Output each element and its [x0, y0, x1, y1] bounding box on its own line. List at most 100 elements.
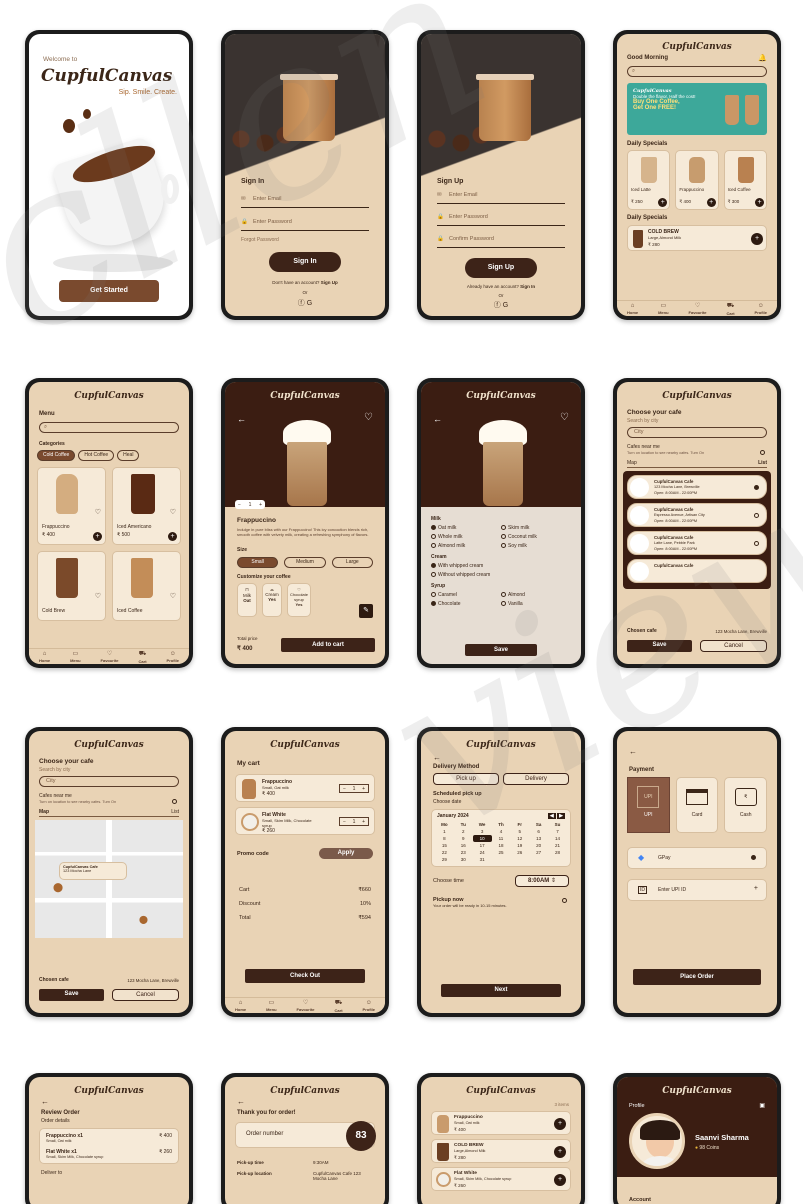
custom-milk[interactable]: ⊓ Milk Oat	[237, 583, 257, 617]
nav-cart[interactable]: ⛟ Cart	[727, 302, 735, 316]
menu-item-card[interactable]: ♡ Cold Brew	[37, 551, 106, 621]
calendar-day[interactable]: 23	[454, 849, 473, 856]
calendar-day[interactable]: 8	[435, 835, 454, 842]
google-icon[interactable]: G	[503, 302, 508, 309]
confirm-password-field[interactable]: 🔒 Confirm Password	[437, 236, 565, 248]
add-icon[interactable]: +	[168, 532, 177, 541]
nav-home[interactable]: ⌂ Home	[235, 1000, 246, 1012]
map-view[interactable]: CupfulCanvas Cafe 123 Mocha Lane ⬤ ⬤	[35, 820, 183, 938]
calendar-day[interactable]: 15	[435, 842, 454, 849]
calendar-day[interactable]: 22	[435, 849, 454, 856]
promo-banner[interactable]: CupfulCanvas Double the flavor, Half the…	[627, 83, 767, 135]
map-pin-icon[interactable]: ⬤	[53, 882, 63, 893]
search-input[interactable]: ⌕	[39, 422, 179, 433]
cream-with[interactable]: With whipped cream	[431, 563, 571, 569]
method-card[interactable]: Card	[675, 777, 719, 833]
next-button[interactable]: Next	[441, 984, 561, 997]
nav-profile[interactable]: ☺ Profile	[755, 303, 767, 315]
search-input[interactable]: ⌕	[627, 66, 767, 77]
calendar-day[interactable]: 11	[492, 835, 511, 842]
calendar-day[interactable]: 19	[510, 842, 529, 849]
cafe-list-item[interactable]: CupfulCanvas Cafe	[627, 559, 767, 583]
add-icon[interactable]: +	[93, 532, 102, 541]
back-arrow-icon[interactable]: ←	[237, 1097, 245, 1106]
nav-menu[interactable]: ▭ Menu	[70, 650, 80, 663]
bell-icon[interactable]: 🔔	[758, 54, 767, 62]
save-button[interactable]: Save	[39, 989, 104, 1001]
calendar-day[interactable]: 18	[492, 842, 511, 849]
calendar-day[interactable]: 14	[548, 835, 567, 842]
nav-home[interactable]: ⌂ Home	[627, 303, 638, 315]
nav-favourite[interactable]: ♡ Favourite	[297, 999, 315, 1012]
category-heal[interactable]: Heal	[117, 450, 140, 461]
signup-link[interactable]: Sign Up	[321, 280, 338, 285]
add-icon[interactable]: +	[754, 198, 764, 207]
nav-profile[interactable]: ☺ Profile	[363, 1000, 375, 1012]
size-medium[interactable]: Medium	[284, 557, 326, 568]
calendar-day[interactable]: 26	[510, 849, 529, 856]
prev-month-icon[interactable]: ◀	[547, 813, 556, 819]
edit-icon[interactable]: ✎	[359, 604, 373, 618]
category-hot-coffee[interactable]: Hot Coffee	[78, 450, 115, 461]
menu-item-card[interactable]: ♡ Frappuccino ₹ 400 +	[37, 467, 106, 545]
avatar[interactable]	[629, 1113, 685, 1169]
calendar-day[interactable]: 20	[529, 842, 548, 849]
signup-button[interactable]: Sign Up	[465, 258, 537, 278]
add-icon[interactable]: +	[554, 1146, 566, 1158]
email-field[interactable]: ✉ Enter Email	[437, 192, 565, 204]
map-pin-icon[interactable]: ⬤	[139, 915, 148, 924]
map-cafe-popup[interactable]: CupfulCanvas Cafe 123 Mocha Lane	[59, 862, 127, 880]
nav-cart[interactable]: ⛟ Cart	[335, 999, 343, 1013]
menu-item-card[interactable]: ♡ Iced Americano ₹ 500 +	[112, 467, 181, 545]
password-field[interactable]: 🔒 Enter Password	[437, 214, 565, 226]
tab-list[interactable]: List	[758, 460, 767, 466]
tab-delivery[interactable]: Delivery	[503, 773, 569, 785]
calendar-day[interactable]: 21	[548, 842, 567, 849]
calendar-day[interactable]: 13	[529, 835, 548, 842]
google-icon[interactable]: G	[307, 300, 312, 307]
tab-map[interactable]: Map	[627, 460, 637, 466]
milk-whole[interactable]: Whole milk	[431, 534, 501, 540]
add-icon[interactable]: +	[706, 198, 716, 207]
calendar-day[interactable]: 2	[454, 828, 473, 835]
cream-without[interactable]: Without whipped cream	[431, 572, 571, 578]
pickup-now-radio[interactable]	[562, 897, 567, 903]
checkout-button[interactable]: Check Out	[245, 969, 365, 983]
tab-map[interactable]: Map	[39, 809, 49, 815]
add-icon[interactable]: +	[751, 233, 763, 245]
back-arrow-icon[interactable]: ←	[433, 414, 442, 424]
add-icon[interactable]: +	[658, 198, 668, 207]
calendar-day[interactable]: 29	[435, 856, 454, 863]
fav-item[interactable]: COLD BREW Large,Almond Milk ₹ 280 +	[431, 1139, 571, 1163]
method-upi[interactable]: UPI UPI	[627, 777, 670, 833]
special-card[interactable]: Iced Latte ₹ 250 +	[627, 150, 671, 210]
method-cash[interactable]: ₹ Cash	[724, 777, 768, 833]
calendar[interactable]: January 2024 ◀ ▶ Mo Tu We Th Fr Sa Su 123456789…	[431, 809, 571, 867]
back-arrow-icon[interactable]: ←	[41, 1097, 49, 1106]
fav-item[interactable]: Flat White Small, Skim Milk, Chocolate sy…	[431, 1167, 571, 1191]
calendar-day[interactable]: 3	[473, 828, 492, 835]
fav-item[interactable]: Frappuccino Small, Oat milk ₹ 400 +	[431, 1111, 571, 1135]
cart-item[interactable]: Frappuccino Small, Oat milk ₹ 400 −1 +	[235, 774, 375, 802]
milk-skim[interactable]: Skim milk	[501, 525, 571, 531]
milk-oat[interactable]: Oat milk	[431, 525, 501, 531]
cold-brew-card[interactable]: COLD BREW Large,Almond Milk ₹ 280 +	[627, 225, 767, 251]
calendar-icon[interactable]: ▣	[759, 1102, 765, 1109]
calendar-day[interactable]: 7	[548, 828, 567, 835]
milk-soy[interactable]: Soy milk	[501, 543, 571, 549]
cancel-button[interactable]: Cancel	[700, 640, 767, 652]
syrup-almond[interactable]: Almond	[501, 592, 571, 598]
facebook-icon[interactable]: ⓕ	[298, 300, 305, 307]
calendar-day[interactable]: 31	[473, 856, 492, 863]
calendar-day[interactable]: 30	[454, 856, 473, 863]
calendar-day[interactable]: 6	[529, 828, 548, 835]
syrup-vanilla[interactable]: Vanilla	[501, 601, 571, 607]
tab-list[interactable]: List	[171, 809, 179, 815]
milk-coconut[interactable]: Coconut milk	[501, 534, 571, 540]
add-icon[interactable]: +	[554, 1174, 566, 1186]
quantity-stepper[interactable]: −1 +	[235, 500, 265, 509]
next-month-icon[interactable]: ▶	[557, 813, 565, 819]
upi-id-input[interactable]: ID Enter UPI ID +	[627, 879, 767, 901]
heart-icon[interactable]: ♡	[364, 412, 373, 423]
calendar-day[interactable]: 12	[510, 835, 529, 842]
